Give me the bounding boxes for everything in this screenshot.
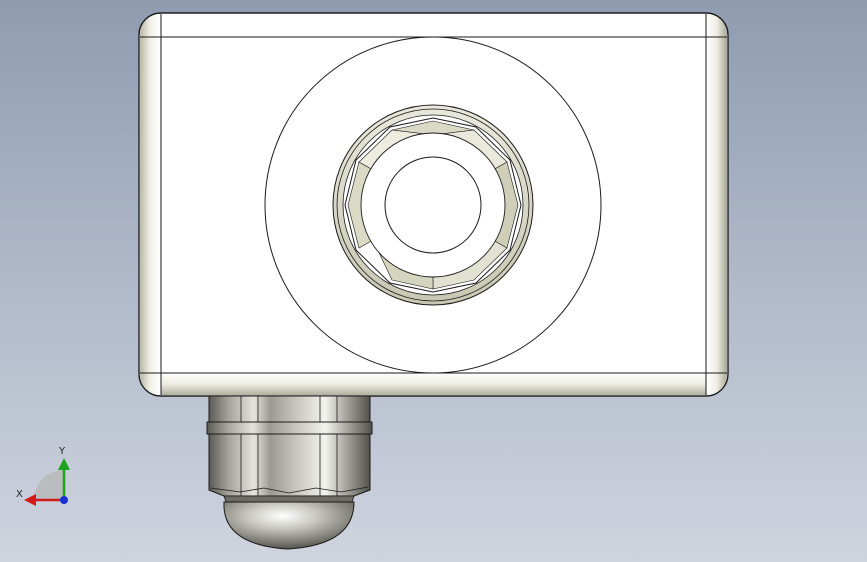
cable-gland[interactable]: [206, 395, 373, 550]
3d-viewport[interactable]: X Y: [0, 0, 867, 562]
y-axis-arrowhead: [58, 458, 70, 470]
x-axis-label: X: [16, 489, 23, 500]
x-axis-arrowhead: [24, 494, 36, 506]
y-axis-label: Y: [58, 446, 66, 457]
hex-nut-fitting[interactable]: [332, 104, 534, 306]
z-axis-dot: [60, 496, 68, 504]
orientation-triad: X Y: [16, 446, 70, 506]
